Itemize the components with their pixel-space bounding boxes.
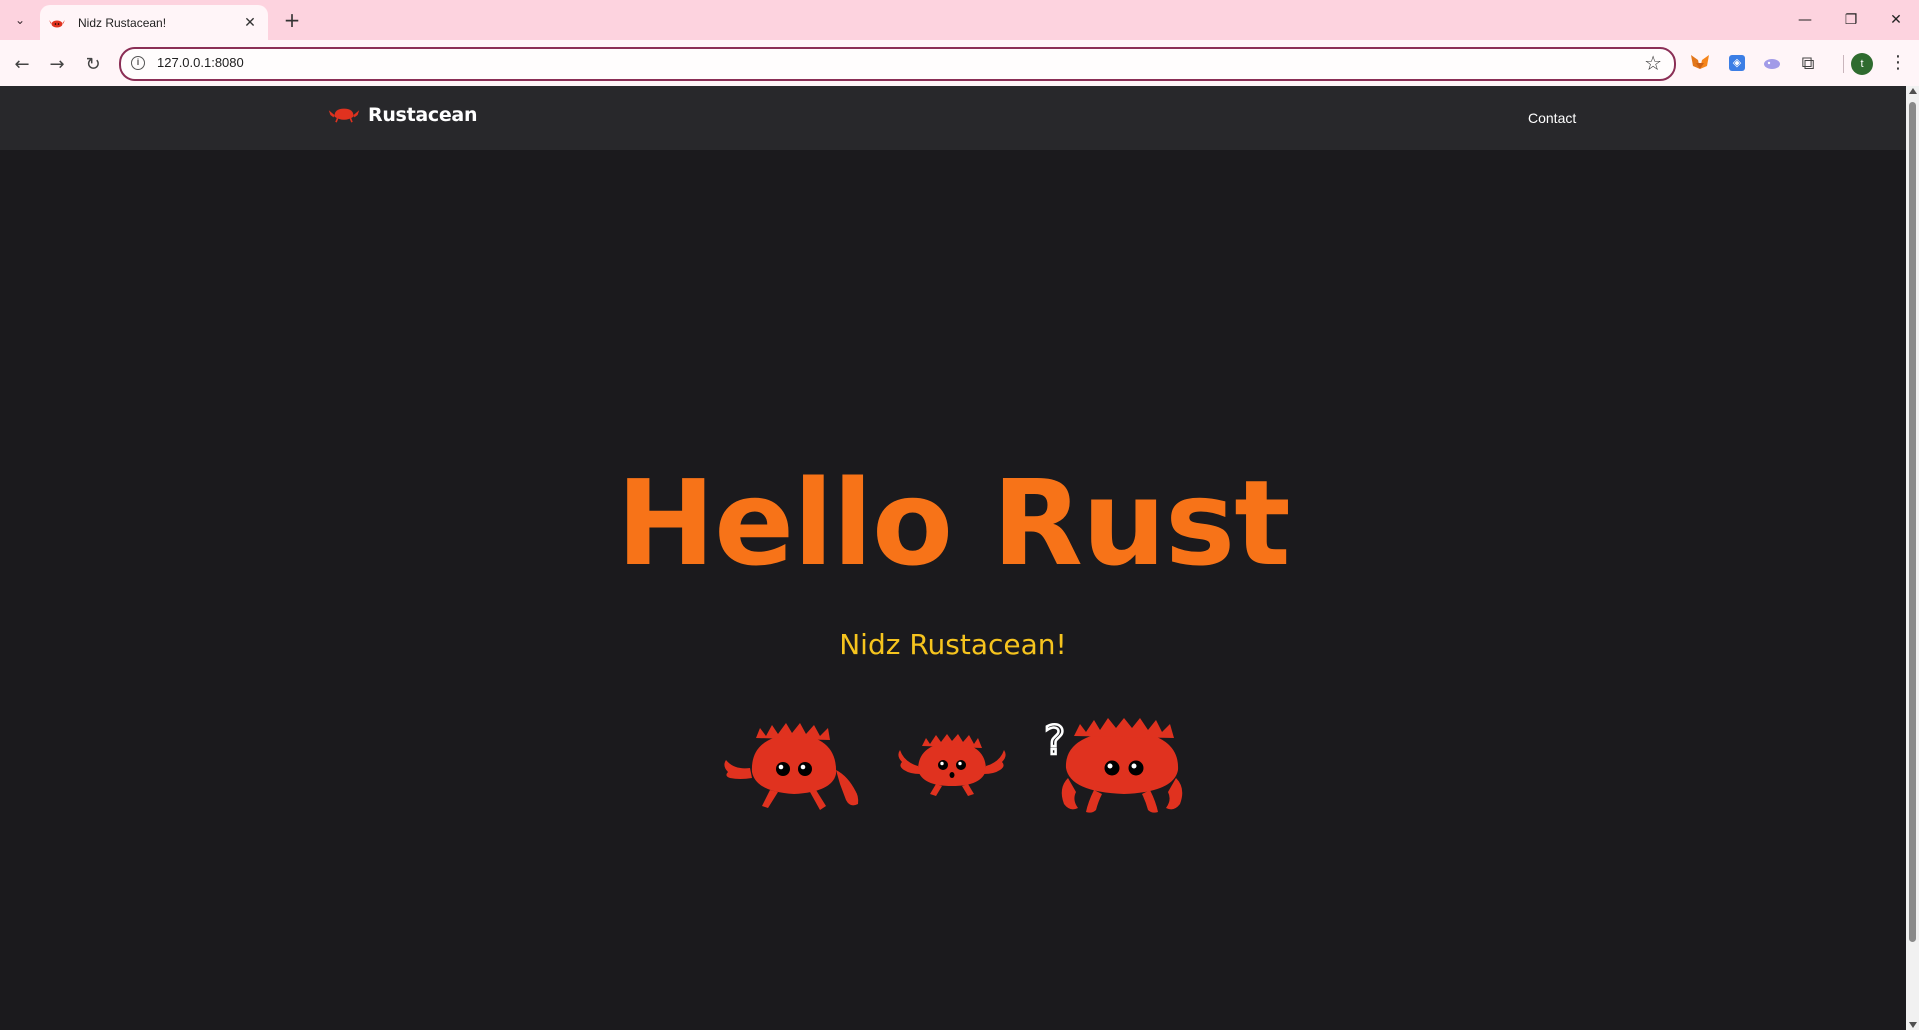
tab-close-icon[interactable]: ✕ — [240, 13, 260, 33]
ferris-crab-image-2 — [898, 734, 1006, 796]
back-button[interactable]: ← — [8, 50, 36, 78]
url-text[interactable]: 127.0.0.1:8080 — [157, 55, 244, 70]
purple-extension-icon[interactable] — [1760, 51, 1784, 75]
arrow-left-icon: ← — [14, 53, 30, 75]
tab-title: Nidz Rustacean! — [78, 15, 167, 30]
restore-button[interactable]: ❐ — [1828, 0, 1874, 40]
blue-extension-icon[interactable]: ◈ — [1725, 51, 1749, 75]
address-bar[interactable]: i 127.0.0.1:8080 ☆ — [119, 47, 1676, 81]
star-icon[interactable]: ☆ — [1644, 51, 1662, 75]
tab-strip: ⌄ Nidz Rustacean! ✕ + — ❐ ✕ — [0, 0, 1919, 40]
metamask-extension-icon[interactable] — [1688, 51, 1712, 75]
scrollbar-thumb[interactable] — [1909, 102, 1916, 942]
toolbar-divider — [1843, 55, 1844, 73]
new-tab-button[interactable]: + — [280, 8, 304, 32]
ferris-crab-image-3: ? — [1043, 717, 1183, 813]
brand-name: Rustacean — [368, 104, 478, 126]
minimize-button[interactable]: — — [1782, 0, 1828, 40]
browser-tab[interactable]: Nidz Rustacean! ✕ — [40, 5, 268, 40]
hero-title: Hello Rust — [616, 454, 1290, 592]
close-window-button[interactable]: ✕ — [1873, 0, 1919, 40]
brand-link[interactable]: Rustacean — [328, 104, 477, 126]
page-scrollbar[interactable] — [1906, 86, 1919, 1030]
kebab-menu-icon[interactable]: ⋮ — [1886, 51, 1910, 75]
ferris-favicon-icon — [49, 19, 65, 27]
scroll-down-arrow-icon[interactable] — [1909, 1022, 1917, 1028]
ferris-logo-icon — [328, 108, 360, 123]
hero-subtitle: Nidz Rustacean! — [839, 628, 1067, 661]
site-header: Rustacean Contact — [0, 86, 1906, 150]
profile-avatar[interactable]: t — [1851, 53, 1873, 75]
reload-button[interactable]: ↻ — [79, 50, 107, 78]
nav-contact-link[interactable]: Contact — [1528, 110, 1576, 126]
arrow-right-icon: → — [49, 53, 65, 75]
browser-toolbar: ← → ↻ i 127.0.0.1:8080 ☆ ◈ ⧉ t ⋮ — [0, 40, 1919, 86]
tab-search-button[interactable]: ⌄ — [8, 8, 32, 32]
info-icon[interactable]: i — [131, 56, 145, 70]
ferris-crab-image-1 — [724, 723, 859, 810]
chevron-down-icon: ⌄ — [14, 13, 26, 27]
puzzle-icon[interactable]: ⧉ — [1796, 51, 1820, 75]
forward-button[interactable]: → — [43, 50, 71, 78]
scroll-up-arrow-icon[interactable] — [1909, 88, 1917, 94]
reload-icon: ↻ — [85, 53, 101, 75]
page-viewport: Rustacean Contact Hello Rust Nidz Rustac… — [0, 86, 1906, 1030]
question-mark-glyph: ? — [1044, 718, 1065, 764]
